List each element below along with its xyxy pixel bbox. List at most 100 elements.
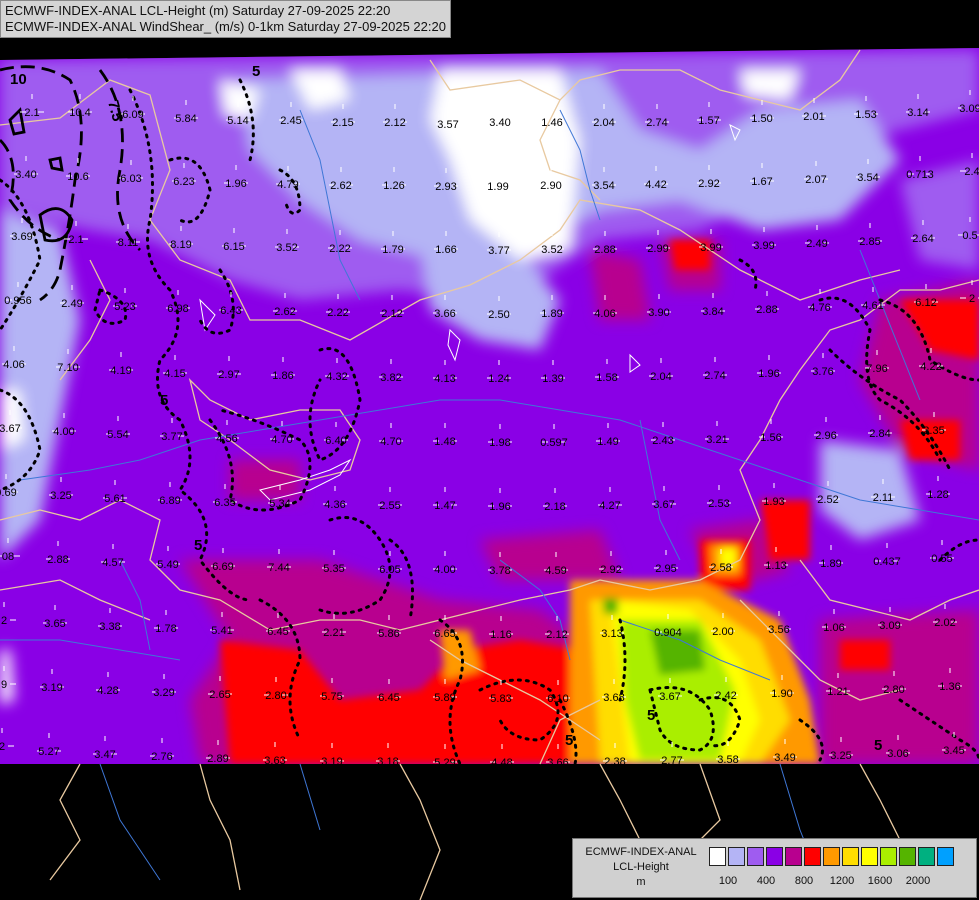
value-label: 1.24 bbox=[488, 373, 509, 385]
value-label: 3.90 bbox=[648, 307, 669, 319]
color-legend: ECMWF-INDEX-ANAL LCL-Height m 100 400 800 1… bbox=[572, 838, 977, 898]
legend-tick: 1200 bbox=[829, 875, 855, 887]
value-label: 5.83 bbox=[490, 693, 511, 705]
value-label: 2.1 bbox=[68, 234, 83, 246]
value-label: 3.63 bbox=[264, 755, 285, 767]
value-label: 1.47 bbox=[434, 500, 455, 512]
value-label: 1.58 bbox=[596, 372, 617, 384]
value-label: 6.09 bbox=[122, 109, 143, 121]
value-label: 5.61 bbox=[104, 493, 125, 505]
value-label: 4.59 bbox=[545, 565, 566, 577]
value-label: 2.38 bbox=[604, 756, 625, 768]
value-label: 2.88 bbox=[594, 244, 615, 256]
value-label: 2.84 bbox=[869, 428, 890, 440]
value-label: 2.07 bbox=[805, 174, 826, 186]
value-label: 1.89 bbox=[541, 308, 562, 320]
value-label: 1.86 bbox=[272, 370, 293, 382]
value-label: 6.45 bbox=[378, 692, 399, 704]
value-label: 9 bbox=[1, 679, 7, 691]
value-label: 2.92 bbox=[600, 564, 621, 576]
map-canvas[interactable]: 10 7.5 5 5 5 5 5 5 2.1 10.4 6.09 5.84 5.14 2.… bbox=[0, 0, 979, 900]
value-label: 3.18 bbox=[377, 756, 398, 768]
value-label: 3.66 bbox=[547, 757, 568, 769]
legend-swatch bbox=[709, 847, 726, 866]
value-label: 4.22 bbox=[920, 361, 941, 373]
value-label: 3.52 bbox=[541, 244, 562, 256]
value-label: 2.11 bbox=[873, 492, 894, 504]
value-label: 2.15 bbox=[332, 117, 353, 129]
legend-swatch bbox=[823, 847, 840, 866]
value-label: 3.67 bbox=[653, 499, 674, 511]
value-label: 3.19 bbox=[321, 756, 342, 768]
value-label: 3.77 bbox=[488, 245, 509, 257]
value-label: 2.80 bbox=[265, 690, 286, 702]
value-label: 2.80 bbox=[883, 684, 904, 696]
value-label: 2.52 bbox=[817, 494, 838, 506]
value-label: 3.38 bbox=[99, 621, 120, 633]
value-label: 3.77 bbox=[161, 431, 182, 443]
value-label: 2 bbox=[969, 293, 975, 305]
value-label: 3.99 bbox=[753, 240, 774, 252]
legend-title: ECMWF-INDEX-ANAL LCL-Height m bbox=[577, 845, 705, 890]
value-label: 3.09 bbox=[959, 103, 979, 115]
value-label: 1.53 bbox=[855, 109, 876, 121]
value-label: 2.88 bbox=[756, 304, 777, 316]
legend-swatch bbox=[918, 847, 935, 866]
value-label: 1.67 bbox=[751, 176, 772, 188]
value-label: 3.49 bbox=[774, 752, 795, 764]
value-label: 3.67 bbox=[659, 691, 680, 703]
value-label: 1.96 bbox=[489, 501, 510, 513]
legend-tick: 2000 bbox=[905, 875, 931, 887]
value-label: 0.55 bbox=[931, 553, 952, 565]
value-label: 6.03 bbox=[120, 173, 141, 185]
value-label: 3.57 bbox=[437, 119, 458, 131]
value-label: 3.19 bbox=[41, 682, 62, 694]
value-label: 6.23 bbox=[173, 176, 194, 188]
value-label: 5.29 bbox=[434, 757, 455, 769]
value-label: 6.45 bbox=[267, 626, 288, 638]
value-label: 7.10 bbox=[57, 362, 78, 374]
value-label: 0.597 bbox=[540, 437, 568, 449]
value-label: 2.12 bbox=[546, 629, 567, 641]
value-label: 5.35 bbox=[323, 563, 344, 575]
header-line-1: ECMWF-INDEX-ANAL LCL-Height (m) Saturday… bbox=[5, 3, 391, 18]
value-label: 10.6 bbox=[67, 171, 88, 183]
value-label: 6.89 bbox=[159, 495, 180, 507]
value-label: 1.28 bbox=[927, 489, 948, 501]
value-label: 2.45 bbox=[280, 115, 301, 127]
value-label: 3.82 bbox=[380, 372, 401, 384]
value-label: 08 bbox=[2, 551, 14, 563]
value-label: 4.32 bbox=[326, 371, 347, 383]
value-label: 1.99 bbox=[487, 181, 508, 193]
value-label: 5.41 bbox=[211, 625, 232, 637]
value-label: 2.65 bbox=[209, 689, 230, 701]
value-label: 3.25 bbox=[830, 750, 851, 762]
value-label: 5.23 bbox=[114, 301, 135, 313]
value-label: 3.56 bbox=[768, 624, 789, 636]
value-label: 2 bbox=[1, 615, 7, 627]
legend-swatch bbox=[861, 847, 878, 866]
value-label: 3.40 bbox=[15, 169, 36, 181]
value-label: 5.27 bbox=[38, 746, 59, 758]
value-label: 2.76 bbox=[151, 751, 172, 763]
value-label: 2.77 bbox=[661, 755, 682, 767]
value-label: 6.69 bbox=[212, 561, 233, 573]
value-label: 2.49 bbox=[61, 298, 82, 310]
value-label: 6.35 bbox=[214, 497, 235, 509]
value-label: 2.85 bbox=[859, 236, 880, 248]
value-label: 4.36 bbox=[324, 499, 345, 511]
value-label: 6.43 bbox=[220, 305, 241, 317]
value-label: 2.62 bbox=[330, 180, 351, 192]
value-label: 2.55 bbox=[379, 500, 400, 512]
value-label: 1.57 bbox=[698, 115, 719, 127]
value-label: 4.00 bbox=[53, 426, 74, 438]
value-label: 2.89 bbox=[207, 753, 228, 765]
value-label: 1.06 bbox=[823, 622, 844, 634]
lcl-height-field bbox=[0, 48, 979, 764]
legend-swatch bbox=[842, 847, 859, 866]
value-label: 3.54 bbox=[857, 172, 878, 184]
value-label: 4.13 bbox=[434, 373, 455, 385]
legend-swatch bbox=[899, 847, 916, 866]
svg-text:10: 10 bbox=[10, 71, 27, 88]
value-label: 5.54 bbox=[107, 429, 128, 441]
